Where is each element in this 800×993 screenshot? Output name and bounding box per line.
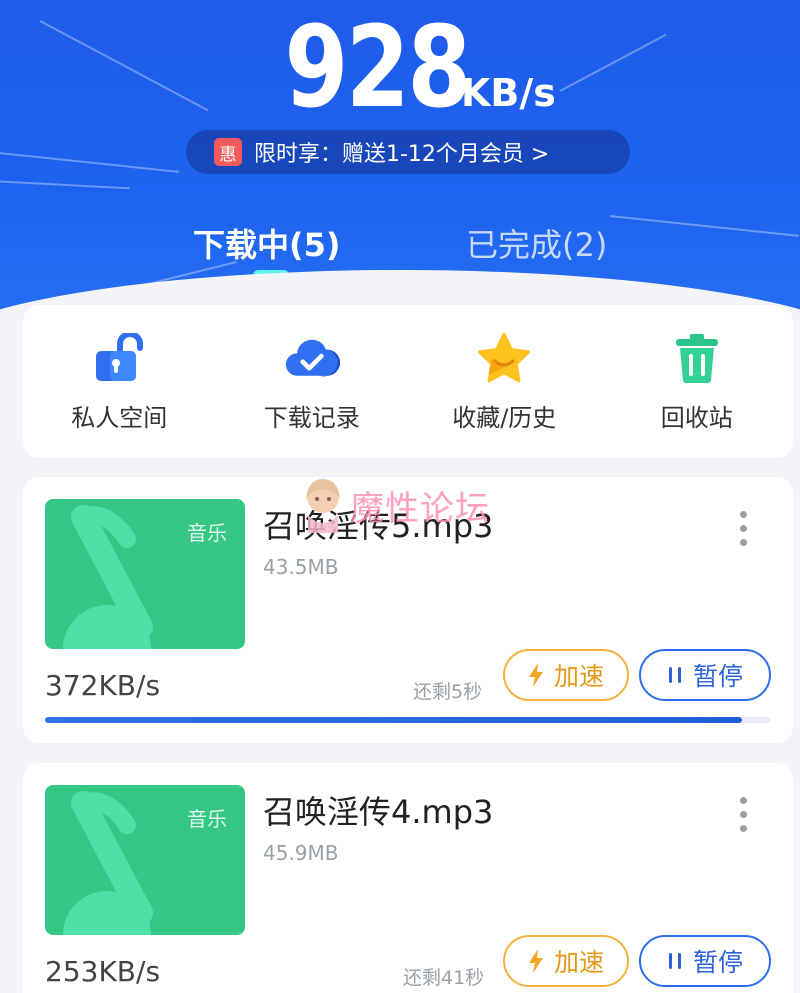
download-page: 928KB/s 惠 限时享：赠送1-12个月会员 > 下载中(5) 已完成(2)… (0, 0, 800, 993)
file-size: 43.5MB (263, 555, 339, 579)
star-icon (476, 330, 532, 386)
lock-icon (91, 330, 147, 386)
file-name: 召唤淫传4.mp3 (263, 793, 494, 831)
quick-action-label: 下载记录 (263, 404, 360, 432)
pause-button[interactable]: 暂停 (639, 649, 771, 701)
quick-action-download-history[interactable]: 下载记录 (227, 330, 397, 433)
file-size: 45.9MB (263, 841, 339, 865)
quick-action-label: 收藏/历史 (452, 404, 557, 432)
quick-action-private-space[interactable]: 私人空间 (34, 330, 204, 433)
speed-streak (0, 150, 180, 173)
total-speed-value: 928 (284, 3, 472, 133)
pause-button[interactable]: 暂停 (639, 935, 771, 987)
thumbnail-type-label: 音乐 (187, 521, 227, 545)
quick-action-recycle-bin[interactable]: 回收站 (612, 330, 782, 433)
forum-watermark: 魔性论坛 (300, 470, 520, 540)
time-remaining: 还剩41秒 (403, 967, 485, 989)
time-remaining: 还剩5秒 (413, 681, 483, 703)
download-speed: 253KB/s (45, 955, 161, 988)
boost-button[interactable]: 加速 (503, 935, 629, 987)
pause-icon (667, 951, 683, 971)
total-speed-unit: KB/s (460, 71, 556, 115)
cloud-check-icon (284, 330, 340, 386)
lightning-icon (528, 663, 544, 687)
thumbnail-type-label: 音乐 (187, 807, 227, 831)
download-progress-fill (45, 717, 742, 723)
pause-label: 暂停 (692, 948, 743, 977)
total-speed: 928KB/s (0, 8, 800, 128)
promo-banner[interactable]: 惠 限时享：赠送1-12个月会员 > (186, 130, 630, 174)
tab-downloading[interactable]: 下载中(5) (193, 220, 341, 266)
boost-button[interactable]: 加速 (503, 649, 629, 701)
watermark-text: 魔性论坛 (350, 488, 490, 529)
quick-action-label: 私人空间 (71, 404, 168, 432)
boost-label: 加速 (553, 948, 604, 977)
more-options-icon[interactable] (739, 797, 749, 839)
tab-completed[interactable]: 已完成(2) (466, 220, 607, 266)
promo-badge: 惠 (214, 138, 242, 166)
speed-streak (0, 180, 130, 190)
boost-label: 加速 (553, 662, 604, 691)
file-thumbnail: 音乐 (45, 499, 245, 649)
quick-actions-card: 私人空间 下载记录 收藏/历史 回收站 (23, 305, 793, 458)
watermark-avatar-icon (306, 479, 340, 533)
lightning-icon (528, 949, 544, 973)
pause-label: 暂停 (692, 662, 743, 691)
download-item[interactable]: 音乐 召唤淫传4.mp3 45.9MB 253KB/s 还剩41秒 加速 暂停 (23, 763, 793, 993)
tab-indicator (253, 270, 289, 280)
promo-text: 限时享：赠送1-12个月会员 > (254, 142, 550, 167)
quick-action-favorites-history[interactable]: 收藏/历史 (419, 330, 589, 433)
download-progress-bar (45, 717, 771, 723)
speed-streak (609, 215, 800, 237)
quick-action-label: 回收站 (660, 404, 733, 432)
more-options-icon[interactable] (739, 511, 749, 553)
download-speed: 372KB/s (45, 669, 161, 702)
file-thumbnail: 音乐 (45, 785, 245, 935)
pause-icon (667, 665, 683, 685)
trash-icon (669, 330, 725, 386)
